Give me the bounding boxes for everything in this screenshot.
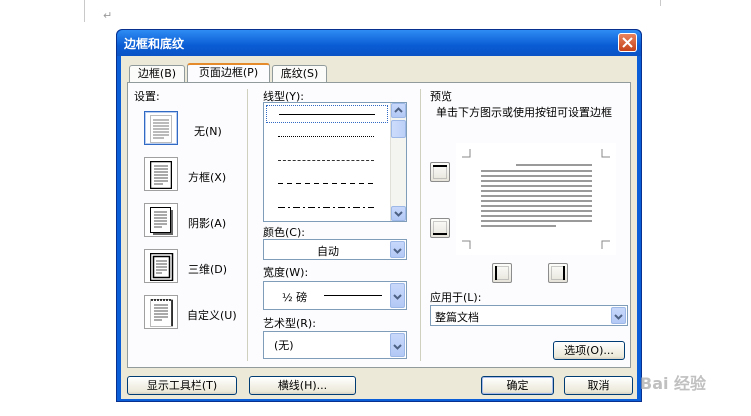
border-preview[interactable]	[456, 143, 616, 255]
settings-heading: 设置:	[134, 90, 160, 103]
line-style-dashed-fine[interactable]	[278, 160, 374, 161]
setting-box-label[interactable]: 方框(X)	[188, 169, 226, 185]
box-border-icon	[150, 161, 172, 189]
options-button-label: 选项(O)...	[564, 344, 614, 357]
setting-none-label[interactable]: 无(N)	[194, 123, 222, 139]
setting-3d-label[interactable]: 三维(D)	[188, 261, 227, 277]
tab-borders[interactable]: 边框(B)	[129, 65, 185, 82]
bottom-border-button[interactable]	[430, 218, 450, 238]
horizontal-line-button[interactable]: 横线(H)...	[249, 376, 356, 395]
art-dropdown-button[interactable]	[390, 333, 405, 357]
setting-shadow-button[interactable]	[144, 203, 178, 237]
line-style-solid[interactable]	[266, 105, 388, 123]
scroll-down-button[interactable]	[391, 206, 406, 221]
preview-heading: 预览	[430, 90, 452, 103]
setting-none-button[interactable]	[144, 111, 178, 145]
chevron-down-icon	[393, 294, 402, 300]
top-border-icon	[433, 165, 447, 179]
title-bar[interactable]: 边框和底纹	[117, 30, 641, 56]
dialog-title: 边框和底纹	[124, 37, 185, 51]
right-border-icon	[551, 266, 565, 280]
top-border-button[interactable]	[430, 162, 450, 182]
show-toolbar-label: 显示工具栏(T)	[146, 379, 218, 392]
scroll-up-button[interactable]	[391, 103, 406, 118]
page-margin-line-left	[84, 0, 85, 22]
line-style-scrollbar[interactable]	[390, 103, 406, 221]
art-value: (无)	[274, 339, 294, 352]
close-button[interactable]	[618, 33, 637, 52]
apply-to-label: 应用于(L):	[430, 291, 482, 304]
ok-button[interactable]: 确定	[481, 376, 554, 395]
scroll-thumb[interactable]	[391, 120, 406, 138]
color-dropdown-button[interactable]	[390, 241, 405, 258]
color-dropdown[interactable]: 自动	[263, 239, 407, 260]
art-label: 艺术型(R):	[263, 317, 316, 330]
divider	[420, 89, 421, 361]
chevron-down-icon	[614, 314, 623, 320]
page-border-panel: 设置: 无(N) 方框(X) 阴影(A) 三维(D) 自定义(U) 线型(Y):…	[127, 82, 631, 368]
apply-to-value: 整篇文档	[435, 311, 479, 324]
chevron-down-icon	[393, 248, 402, 254]
left-border-button[interactable]	[492, 263, 512, 283]
page-margin-line-right	[660, 0, 661, 6]
ok-label: 确定	[506, 379, 529, 392]
watermark: Bai 经验	[640, 374, 707, 393]
color-label: 颜色(C):	[263, 226, 305, 239]
line-style-list[interactable]	[263, 102, 407, 222]
shadow-border-icon	[150, 207, 173, 235]
width-label: 宽度(W):	[263, 266, 309, 279]
setting-shadow-label[interactable]: 阴影(A)	[188, 215, 226, 231]
art-dropdown[interactable]: (无)	[263, 331, 407, 359]
preview-hint: 单击下方图示或使用按钮可设置边框	[436, 106, 612, 119]
tab-shading[interactable]: 底纹(S)	[272, 65, 327, 82]
horizontal-line-label: 横线(H)...	[277, 379, 328, 392]
tab-label: 底纹(S)	[280, 67, 319, 80]
chevron-up-icon	[394, 107, 403, 113]
line-style-dash-dot[interactable]	[278, 207, 374, 208]
paragraph-mark: ↵	[103, 9, 113, 22]
tab-label: 边框(B)	[137, 67, 177, 80]
tab-label: 页面边框(P)	[198, 66, 259, 79]
setting-box-button[interactable]	[144, 157, 178, 191]
bottom-border-icon	[433, 221, 447, 235]
left-border-icon	[495, 266, 509, 280]
width-value: ½ 磅	[282, 291, 308, 304]
line-style-dotted[interactable]	[278, 136, 374, 137]
custom-border-icon	[150, 299, 173, 327]
setting-custom-label[interactable]: 自定义(U)	[187, 307, 237, 323]
preview-page-graphic	[462, 149, 610, 249]
line-style-dashed[interactable]	[278, 183, 374, 184]
right-border-button[interactable]	[548, 263, 568, 283]
cancel-label: 取消	[587, 379, 610, 392]
apply-to-dropdown[interactable]: 整篇文档	[430, 305, 628, 326]
cancel-button[interactable]: 取消	[564, 376, 633, 395]
width-dropdown-button[interactable]	[390, 283, 405, 308]
borders-and-shading-dialog: 边框和底纹 边框(B) 页面边框(P) 底纹(S) 设置: 无(N) 方框(X)…	[116, 29, 642, 402]
options-button[interactable]: 选项(O)...	[553, 341, 625, 360]
3d-border-icon	[150, 253, 174, 281]
tab-page-border[interactable]: 页面边框(P)	[187, 63, 270, 82]
dialog-body: 边框(B) 页面边框(P) 底纹(S) 设置: 无(N) 方框(X) 阴影(A)…	[121, 56, 637, 399]
width-line-sample	[324, 295, 382, 296]
color-value: 自动	[317, 245, 339, 258]
no-border-icon	[150, 115, 172, 143]
close-icon	[622, 37, 633, 48]
setting-3d-button[interactable]	[144, 249, 178, 283]
chevron-down-icon	[394, 211, 403, 217]
show-toolbar-button[interactable]: 显示工具栏(T)	[127, 376, 237, 395]
width-dropdown[interactable]: ½ 磅	[263, 281, 407, 310]
chevron-down-icon	[393, 344, 402, 350]
setting-custom-button[interactable]	[144, 295, 178, 329]
divider	[247, 89, 248, 361]
apply-to-dropdown-button[interactable]	[611, 307, 626, 324]
